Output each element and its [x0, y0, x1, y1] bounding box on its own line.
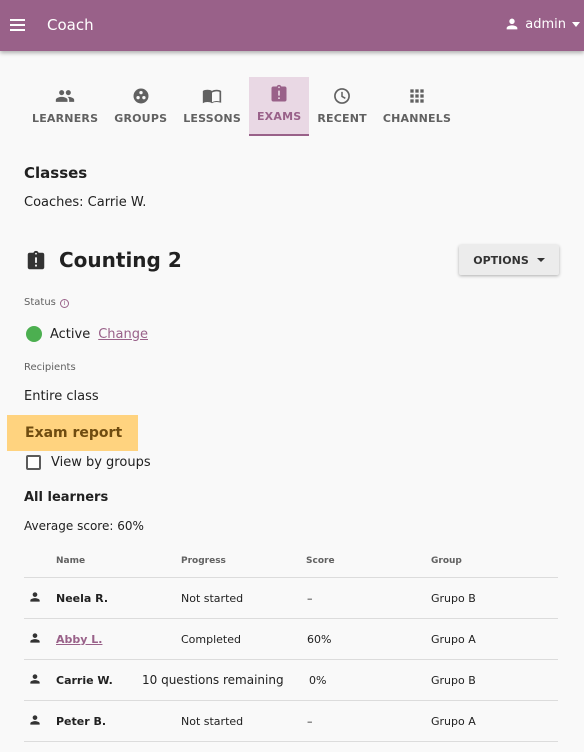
learner-name: Peter B. — [56, 715, 107, 728]
learner-group: Grupo A — [431, 633, 476, 646]
average-score: Average score: 60% — [24, 519, 144, 533]
people-icon — [55, 86, 75, 106]
learner-score: – — [307, 715, 313, 728]
learner-name-link[interactable]: Abby L. — [56, 633, 102, 646]
caret-down-icon — [536, 258, 545, 262]
learner-score: 0% — [309, 674, 327, 687]
learner-group: Grupo B — [431, 674, 476, 687]
classes-heading: Classes — [24, 164, 88, 182]
status-value: Active — [50, 326, 91, 342]
view-by-groups-checkbox[interactable]: View by groups — [26, 455, 151, 470]
person-icon — [30, 715, 40, 725]
exam-title: Counting 2 — [59, 248, 182, 272]
tab-groups[interactable]: GROUPS — [106, 77, 175, 136]
person-icon — [30, 674, 40, 684]
view-by-groups-label: View by groups — [51, 455, 151, 470]
learners-table: Name Progress Score Group Neela R. Not s… — [24, 552, 558, 742]
status-row: Active Change — [26, 326, 148, 342]
user-name: admin — [525, 16, 566, 32]
clock-icon — [332, 86, 352, 106]
learner-progress: 10 questions remaining — [142, 673, 284, 687]
person-icon — [30, 633, 40, 643]
learner-group: Grupo B — [431, 592, 476, 605]
table-row: Neela R. Not started – Grupo B — [24, 578, 558, 619]
person-icon — [30, 592, 40, 602]
tab-label: RECENT — [317, 112, 367, 125]
tab-label: LEARNERS — [32, 112, 99, 125]
tab-channels[interactable]: CHANNELS — [375, 77, 459, 136]
app-bar: Coach admin — [0, 0, 584, 51]
groups-icon — [131, 86, 151, 106]
coach-nav-tabs: LEARNERS GROUPS LESSONS EXAMS RECENT CHA… — [24, 77, 459, 136]
header-name: Name — [56, 556, 86, 566]
table-row: Peter B. Not started – Grupo A — [24, 701, 558, 742]
checkbox-box[interactable] — [26, 455, 41, 470]
clipboard-icon — [269, 84, 289, 104]
grid-icon — [407, 86, 427, 106]
options-button[interactable]: OPTIONS — [459, 245, 559, 275]
tab-recent[interactable]: RECENT — [309, 77, 374, 136]
tab-label: GROUPS — [114, 112, 168, 125]
coaches-text: Coaches: Carrie W. — [24, 195, 147, 210]
tab-label: LESSONS — [183, 112, 241, 125]
learner-progress: Not started — [181, 715, 244, 728]
options-label: OPTIONS — [473, 253, 529, 267]
chevron-down-icon — [572, 21, 580, 27]
learner-score: 60% — [307, 633, 332, 646]
hamburger-menu-icon[interactable] — [9, 16, 27, 34]
table-header: Name Progress Score Group — [24, 552, 558, 578]
clipboard-icon — [27, 250, 45, 270]
table-row: Carrie W. 10 questions remaining 0% Grup… — [24, 660, 558, 701]
learner-progress: Not started — [181, 592, 244, 605]
status-label-row: Status i — [24, 297, 69, 308]
header-progress: Progress — [181, 556, 226, 566]
tab-label: CHANNELS — [382, 112, 452, 125]
all-learners-heading: All learners — [24, 490, 109, 505]
tab-lessons[interactable]: LESSONS — [175, 77, 249, 136]
change-status-link[interactable]: Change — [98, 327, 148, 342]
learner-name: Carrie W. — [56, 674, 113, 687]
learner-name: Neela R. — [56, 592, 109, 605]
user-menu[interactable]: admin — [504, 16, 580, 32]
status-active-dot-icon — [26, 326, 42, 342]
tab-exams[interactable]: EXAMS — [248, 77, 310, 136]
recipients-label: Recipients — [24, 362, 76, 373]
tab-label: EXAMS — [256, 110, 302, 123]
table-row: Abby L. Completed 60% Grupo A — [24, 619, 558, 660]
app-title: Coach — [47, 16, 94, 34]
status-label: Status — [24, 297, 56, 308]
learner-progress: Completed — [181, 633, 241, 646]
exam-report-heading: Exam report — [7, 415, 138, 451]
user-icon — [506, 18, 518, 30]
info-icon[interactable]: i — [59, 298, 69, 308]
header-group: Group — [431, 556, 462, 566]
learner-group: Grupo A — [431, 715, 476, 728]
header-score: Score — [306, 556, 335, 566]
tab-learners[interactable]: LEARNERS — [24, 77, 106, 136]
book-icon — [202, 86, 222, 106]
recipients-value: Entire class — [24, 389, 99, 404]
learner-score: – — [307, 592, 313, 605]
